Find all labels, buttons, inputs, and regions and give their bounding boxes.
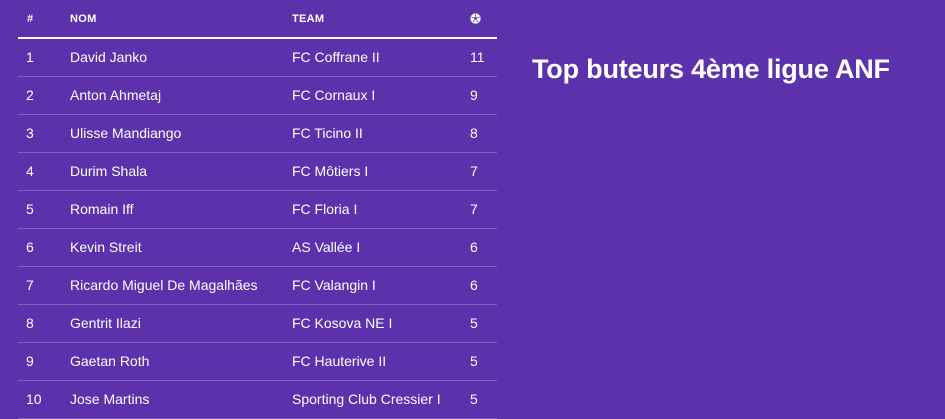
cell-goals: 9	[470, 76, 497, 115]
cell-rank: 9	[18, 342, 70, 381]
page-title: Top buteurs 4ème ligue ANF	[532, 54, 890, 84]
cell-goals: 7	[470, 190, 497, 229]
table-row: 10 Jose Martins Sporting Club Cressier I5	[18, 380, 497, 419]
cell-team: FC Hauterive II	[292, 342, 470, 381]
column-header-goals	[470, 0, 497, 39]
table-row: 4 Durim Shala FC Môtiers I7	[18, 152, 497, 191]
table-row: 2 Anton Ahmetaj FC Cornaux I9	[18, 76, 497, 115]
cell-team: FC Ticino II	[292, 114, 470, 153]
cell-player-name: Gaetan Roth	[70, 342, 292, 381]
table-row: 3 Ulisse Mandiango FC Ticino II 8	[18, 114, 497, 153]
cell-rank: 6	[18, 228, 70, 267]
cell-goals: 5	[470, 304, 497, 343]
cell-rank: 1	[18, 38, 70, 77]
soccer-ball-icon	[470, 13, 481, 24]
cell-team: AS Vallée I	[292, 228, 470, 267]
table-row: 7 Ricardo Miguel De Magalhães FC Valangin …	[18, 266, 497, 305]
cell-team: FC Kosova NE I	[292, 304, 470, 343]
cell-team: FC Môtiers I	[292, 152, 470, 191]
column-header-name: NOM	[70, 0, 292, 39]
cell-goals: 5	[470, 380, 497, 419]
cell-goals: 6	[470, 266, 497, 305]
cell-team: Sporting Club Cressier I	[292, 380, 470, 419]
table-row: 8 Gentrit Ilazi FC Kosova NE I5	[18, 304, 497, 343]
cell-player-name: Durim Shala	[70, 152, 292, 191]
cell-rank: 8	[18, 304, 70, 343]
column-header-rank: #	[18, 0, 70, 39]
cell-team: FC Coffrane II	[292, 38, 470, 77]
column-header-team: TEAM	[292, 0, 470, 39]
cell-goals: 5	[470, 342, 497, 381]
cell-goals: 11	[470, 38, 497, 77]
cell-player-name: Gentrit Ilazi	[70, 304, 292, 343]
cell-rank: 2	[18, 76, 70, 115]
cell-team: FC Valangin I	[292, 266, 470, 305]
cell-player-name: Romain Iff	[70, 190, 292, 229]
table-row: 1 David Janko FC Coffrane II 11	[18, 38, 497, 77]
cell-team: FC Floria I	[292, 190, 470, 229]
cell-team: FC Cornaux I	[292, 76, 470, 115]
scorers-table: # NOM TEAM 1 David Janko FC Coffrane II 11 2…	[18, 0, 497, 419]
table-header-row: # NOM TEAM	[18, 0, 497, 39]
cell-rank: 5	[18, 190, 70, 229]
cell-player-name: Anton Ahmetaj	[70, 76, 292, 115]
cell-goals: 8	[470, 114, 497, 153]
cell-rank: 7	[18, 266, 70, 305]
table-row: 6 Kevin Streit AS Vallée I6	[18, 228, 497, 267]
scorers-table-container: # NOM TEAM 1 David Janko FC Coffrane II 11 2…	[18, 0, 497, 419]
cell-rank: 4	[18, 152, 70, 191]
cell-player-name: Jose Martins	[70, 380, 292, 419]
cell-goals: 6	[470, 228, 497, 267]
cell-player-name: Ricardo Miguel De Magalhães	[70, 266, 292, 305]
table-row: 5 Romain Iff FC Floria I7	[18, 190, 497, 229]
table-row: 9 Gaetan Roth FC Hauterive II 5	[18, 342, 497, 381]
cell-player-name: Kevin Streit	[70, 228, 292, 267]
cell-player-name: Ulisse Mandiango	[70, 114, 292, 153]
cell-player-name: David Janko	[70, 38, 292, 77]
cell-rank: 10	[18, 380, 70, 419]
cell-goals: 7	[470, 152, 497, 191]
cell-rank: 3	[18, 114, 70, 153]
